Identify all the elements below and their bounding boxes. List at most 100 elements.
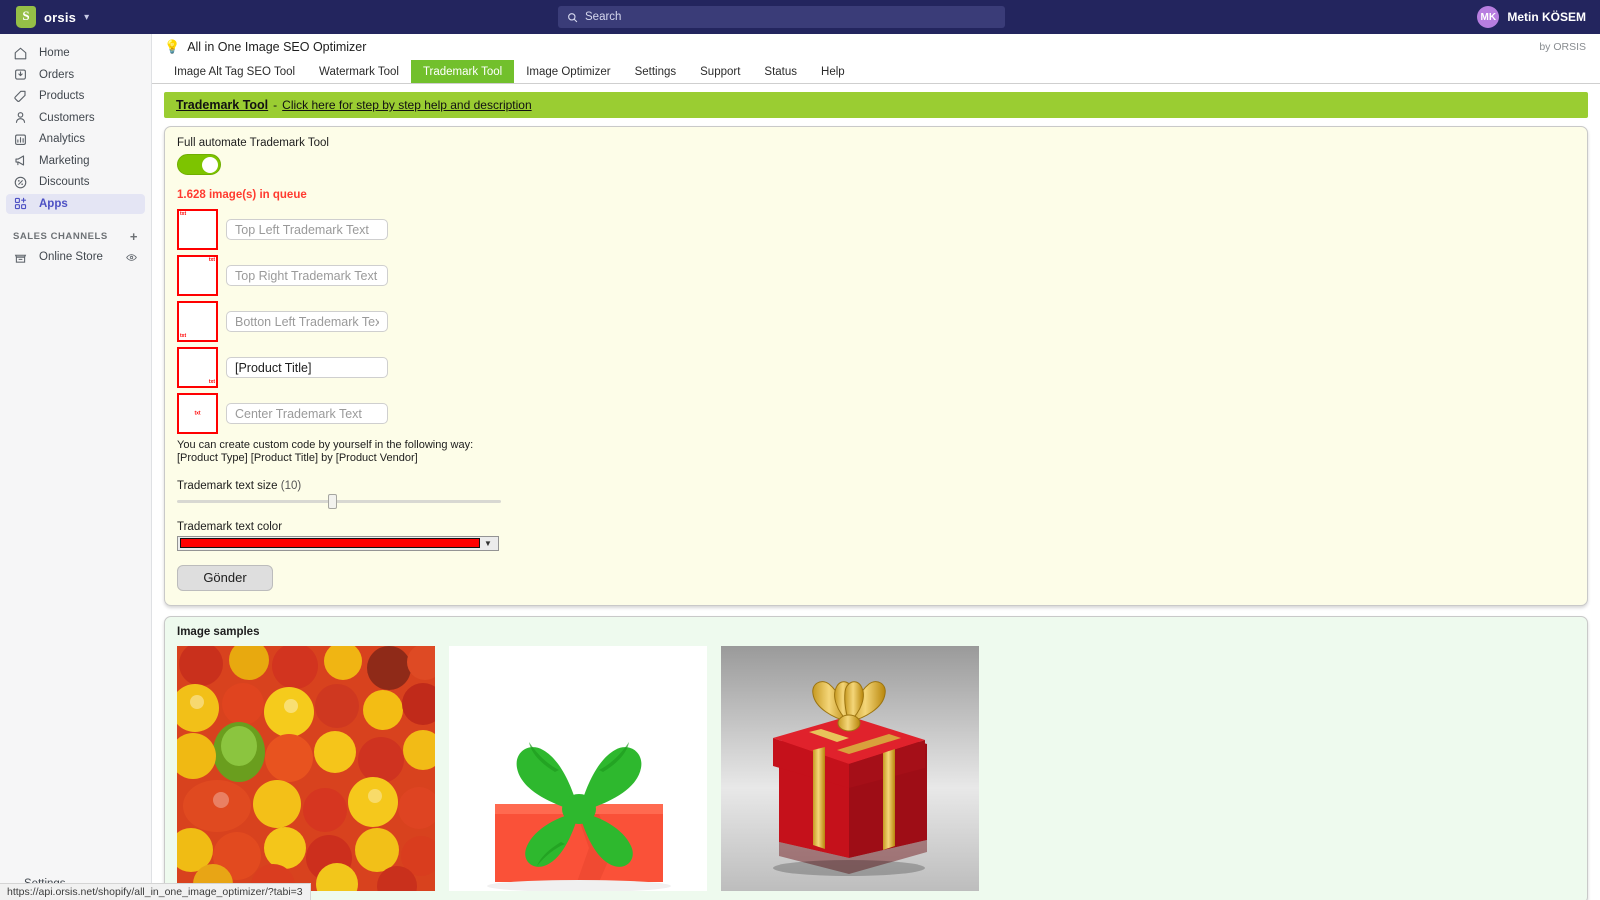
sales-channels-header: SALES CHANNELS + bbox=[13, 230, 138, 243]
sidebar-item-products[interactable]: Products bbox=[6, 86, 145, 107]
position-marker-label: txt bbox=[180, 333, 187, 339]
search-icon bbox=[568, 12, 578, 22]
trademark-row-top-right: txt bbox=[177, 255, 1575, 296]
trademark-fields: txt txt txt bbox=[177, 209, 1575, 434]
sidebar-item-apps[interactable]: Apps bbox=[6, 193, 145, 214]
app-credit: by ORSIS bbox=[1539, 41, 1586, 53]
top-left-trademark-input[interactable] bbox=[226, 219, 388, 240]
top-right-trademark-input[interactable] bbox=[226, 265, 388, 286]
red-gift-gold-ribbon-sample bbox=[721, 645, 979, 891]
banner-help-link[interactable]: Click here for step by step help and des… bbox=[282, 98, 531, 112]
sidebar-item-analytics[interactable]: Analytics bbox=[6, 129, 145, 150]
bar-chart-icon bbox=[15, 134, 26, 145]
percent-icon bbox=[14, 176, 27, 189]
image-samples-title: Image samples bbox=[177, 625, 260, 638]
sidebar-item-label: Home bbox=[39, 47, 70, 60]
queue-status: 1.628 image(s) in queue bbox=[177, 189, 307, 201]
sidebar-item-label: Online Store bbox=[39, 251, 103, 264]
sidebar-nav: Home Orders Products Customers Analytics… bbox=[0, 34, 151, 268]
search-input[interactable]: Search bbox=[558, 6, 1005, 28]
sidebar: Home Orders Products Customers Analytics… bbox=[0, 34, 152, 900]
automate-label: Full automate Trademark Tool bbox=[177, 137, 329, 149]
help-banner: Trademark Tool - Click here for step by … bbox=[164, 92, 1588, 118]
user-menu[interactable]: MK Metin KÖSEM bbox=[1477, 0, 1586, 34]
top-bar: orsis ▾ Search MK Metin KÖSEM bbox=[0, 0, 1600, 34]
orders-icon bbox=[15, 69, 26, 80]
avatar: MK bbox=[1477, 6, 1500, 28]
tag-icon bbox=[14, 90, 26, 102]
store-name: orsis bbox=[44, 9, 77, 25]
store-switcher[interactable]: orsis ▾ bbox=[10, 0, 95, 34]
banner-title: Trademark Tool bbox=[176, 98, 269, 112]
position-preview-top-left-icon: txt bbox=[177, 209, 218, 250]
sales-channels-title: SALES CHANNELS bbox=[13, 231, 108, 242]
position-preview-bottom-left-icon: txt bbox=[177, 301, 218, 342]
apps-icon bbox=[14, 197, 27, 210]
tab-status[interactable]: Status bbox=[752, 60, 809, 83]
hint-line-2: [Product Type] [Product Title] by [Produ… bbox=[177, 451, 418, 464]
search-placeholder: Search bbox=[585, 11, 622, 23]
tab-support[interactable]: Support bbox=[688, 60, 752, 83]
full-automate-toggle[interactable] bbox=[177, 154, 221, 175]
trademark-row-center: txt bbox=[177, 393, 1575, 434]
sidebar-item-label: Analytics bbox=[39, 133, 86, 146]
tab-trademark-tool[interactable]: Trademark Tool bbox=[410, 60, 515, 83]
hint-line-1: You can create custom code by yourself i… bbox=[177, 439, 474, 451]
sidebar-item-customers[interactable]: Customers bbox=[6, 108, 145, 129]
content-area: Trademark Tool - Click here for step by … bbox=[152, 84, 1600, 900]
tab-help[interactable]: Help bbox=[809, 60, 857, 83]
red-gift-green-bow-sample bbox=[449, 645, 707, 891]
text-color-label: Trademark text color bbox=[177, 520, 283, 533]
tab-watermark-tool[interactable]: Watermark Tool bbox=[307, 60, 411, 83]
tab-image-optimizer[interactable]: Image Optimizer bbox=[514, 60, 622, 83]
tab-image-alt-tag-seo-tool[interactable]: Image Alt Tag SEO Tool bbox=[162, 60, 307, 83]
position-preview-center-icon: txt bbox=[177, 393, 218, 434]
store-icon bbox=[14, 254, 27, 263]
eye-icon[interactable] bbox=[125, 251, 138, 264]
sidebar-item-label: Products bbox=[39, 90, 85, 103]
sidebar-item-label: Discounts bbox=[39, 176, 90, 189]
bottom-right-trademark-input[interactable] bbox=[226, 357, 388, 378]
text-size-slider[interactable] bbox=[177, 493, 501, 509]
position-preview-bottom-right-icon: txt bbox=[177, 347, 218, 388]
position-marker-label: txt bbox=[180, 211, 187, 217]
sidebar-item-discounts[interactable]: Discounts bbox=[6, 172, 145, 193]
bottom-left-trademark-input[interactable] bbox=[226, 311, 388, 332]
trademark-row-bottom-right: txt bbox=[177, 347, 1575, 388]
sidebar-item-orders[interactable]: Orders bbox=[6, 65, 145, 86]
custom-code-hint: You can create custom code by yourself i… bbox=[177, 439, 1575, 465]
color-swatch bbox=[180, 538, 480, 548]
position-marker-label: txt bbox=[208, 379, 215, 385]
lightbulb-icon: 💡 bbox=[164, 39, 181, 54]
sidebar-item-marketing[interactable]: Marketing bbox=[6, 151, 145, 172]
main-content: 💡 All in One Image SEO Optimizer by ORSI… bbox=[152, 34, 1600, 900]
text-size-label-text: Trademark text size bbox=[177, 479, 278, 492]
chevron-down-icon: ▾ bbox=[84, 11, 90, 23]
sidebar-item-label: Orders bbox=[39, 68, 75, 81]
trademark-row-top-left: txt bbox=[177, 209, 1575, 250]
page-title: All in One Image SEO Optimizer bbox=[187, 40, 367, 54]
tab-settings[interactable]: Settings bbox=[623, 60, 689, 83]
position-marker-label: txt bbox=[208, 257, 215, 263]
trademark-form-card: Full automate Trademark Tool 1.628 image… bbox=[164, 126, 1588, 606]
text-color-select[interactable]: ▼ bbox=[177, 535, 499, 551]
megaphone-icon bbox=[15, 155, 25, 166]
user-name: Metin KÖSEM bbox=[1507, 10, 1586, 24]
slider-thumb[interactable] bbox=[327, 493, 337, 509]
text-size-value: (10) bbox=[280, 479, 302, 492]
sidebar-item-home[interactable]: Home bbox=[6, 43, 145, 64]
banner-separator: - bbox=[273, 98, 278, 112]
sidebar-item-online-store[interactable]: Online Store bbox=[6, 247, 145, 268]
image-samples-card: Image samples bbox=[164, 615, 1588, 900]
position-marker-label: txt bbox=[194, 410, 201, 416]
tomatoes-sample bbox=[177, 645, 435, 891]
app-title-row: 💡 All in One Image SEO Optimizer by ORSI… bbox=[152, 34, 1600, 60]
position-preview-top-right-icon: txt bbox=[177, 255, 218, 296]
sidebar-item-label: Apps bbox=[39, 197, 68, 210]
status-bar: https://api.orsis.net/shopify/all_in_one… bbox=[0, 883, 311, 900]
center-trademark-input[interactable] bbox=[226, 403, 388, 424]
submit-button[interactable]: Gönder bbox=[177, 564, 273, 591]
home-icon bbox=[14, 47, 27, 60]
toggle-knob bbox=[202, 156, 218, 173]
add-sales-channel-icon[interactable]: + bbox=[130, 230, 138, 243]
